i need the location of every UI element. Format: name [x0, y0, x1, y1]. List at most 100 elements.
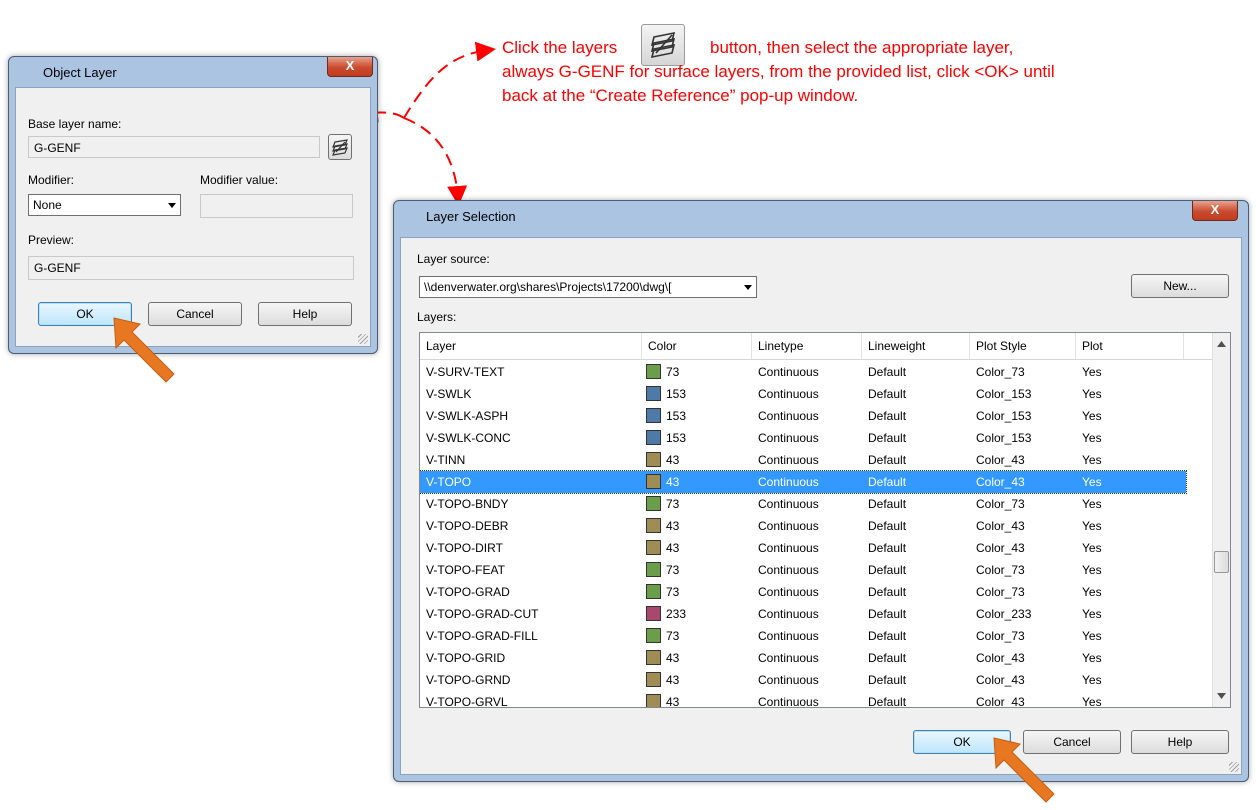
layers-list-scrollbar[interactable]: [1212, 333, 1230, 707]
cell-linetype: Continuous: [758, 387, 819, 401]
table-row[interactable]: V-TOPO-DEBR 43 Continuous Default Color_43 Ye…: [420, 515, 1186, 537]
cell-lineweight: Default: [868, 453, 907, 467]
color-swatch: [646, 628, 661, 643]
table-row[interactable]: V-SURV-TEXT 73 Continuous Default Color_73 Ye…: [420, 361, 1186, 383]
table-row[interactable]: V-TOPO-GRVL 43 Continuous Default Color_43 Ye…: [420, 691, 1186, 708]
cell-plot: Yes: [1082, 453, 1102, 467]
table-row[interactable]: V-TOPO-GRAD-CUT 233 Continuous Default Color…: [420, 603, 1186, 625]
modifier-value-field[interactable]: [200, 194, 353, 218]
cell-plot: Yes: [1082, 673, 1102, 687]
cell-lineweight: Default: [868, 585, 907, 599]
object-layer-help-button[interactable]: Help: [258, 302, 352, 326]
layer-selection-titlebar[interactable]: Layer Selection X: [394, 201, 1248, 231]
modifier-dropdown[interactable]: None: [28, 194, 181, 216]
cell-layer-name: V-TOPO-DEBR: [426, 519, 509, 533]
layer-source-label: Layer source:: [417, 252, 490, 266]
cell-layer-name: V-TOPO-GRVL: [426, 695, 508, 708]
layers-list[interactable]: Layer Color Linetype Lineweight Plot Sty…: [419, 332, 1231, 708]
layer-selection-close-button[interactable]: X: [1192, 201, 1238, 221]
new-button[interactable]: New...: [1131, 274, 1229, 298]
cell-plot-style: Color_233: [976, 607, 1032, 621]
column-header-plot[interactable]: Plot: [1076, 333, 1184, 359]
color-swatch: [646, 694, 661, 707]
column-header-layer[interactable]: Layer: [420, 333, 642, 359]
cell-lineweight: Default: [868, 409, 907, 423]
select-layer-button[interactable]: [328, 134, 352, 160]
table-row[interactable]: V-TOPO-GRND 43 Continuous Default Color_43 Ye…: [420, 669, 1186, 691]
scroll-up-icon[interactable]: [1217, 341, 1226, 347]
cell-linetype: Continuous: [758, 519, 819, 533]
color-swatch: [646, 672, 661, 687]
resize-grip[interactable]: [1229, 762, 1239, 772]
cell-layer-name: V-TOPO-BNDY: [426, 497, 509, 511]
column-header-linetype[interactable]: Linetype: [752, 333, 862, 359]
cell-lineweight: Default: [868, 673, 907, 687]
cell-linetype: Continuous: [758, 431, 819, 445]
modifier-value-label: Modifier value:: [200, 173, 279, 187]
cell-linetype: Continuous: [758, 475, 819, 489]
color-swatch: [646, 584, 661, 599]
object-layer-dialog: Object Layer X Base layer name: G-GENF M…: [8, 56, 378, 354]
cell-plot-style: Color_43: [976, 695, 1025, 708]
table-row[interactable]: V-TOPO-GRAD 73 Continuous Default Color_73 Ye…: [420, 581, 1186, 603]
layer-selection-dialog: Layer Selection X Layer source: \\denver…: [393, 200, 1249, 782]
cell-plot: Yes: [1082, 607, 1102, 621]
cell-linetype: Continuous: [758, 607, 819, 621]
cell-lineweight: Default: [868, 431, 907, 445]
cell-linetype: Continuous: [758, 695, 819, 708]
cell-plot-style: Color_153: [976, 387, 1032, 401]
resize-grip[interactable]: [358, 334, 368, 344]
color-swatch: [646, 364, 661, 379]
color-swatch: [646, 452, 661, 467]
cell-linetype: Continuous: [758, 497, 819, 511]
cell-color: 43: [666, 519, 680, 533]
cell-plot: Yes: [1082, 365, 1102, 379]
cell-plot-style: Color_73: [976, 563, 1025, 577]
object-layer-titlebar[interactable]: Object Layer X: [9, 57, 377, 87]
cell-layer-name: V-SWLK-CONC: [426, 431, 511, 445]
scrollbar-thumb[interactable]: [1214, 551, 1229, 573]
table-row[interactable]: V-TOPO-FEAT 73 Continuous Default Color_73 Ye…: [420, 559, 1186, 581]
table-row[interactable]: V-TINN 43 Continuous Default Color_43 Yes: [420, 449, 1186, 471]
layer-source-dropdown[interactable]: \\denverwater.org\shares\Projects\17200\…: [419, 276, 757, 298]
base-layer-field[interactable]: G-GENF: [28, 136, 320, 158]
cell-color: 43: [666, 475, 680, 489]
cell-linetype: Continuous: [758, 585, 819, 599]
object-layer-close-button[interactable]: X: [327, 57, 373, 77]
modifier-dropdown-value: None: [33, 198, 62, 212]
table-row[interactable]: V-SWLK-CONC 153 Continuous Default Color_153…: [420, 427, 1186, 449]
cell-lineweight: Default: [868, 387, 907, 401]
table-row[interactable]: V-SWLK 153 Continuous Default Color_153 Yes: [420, 383, 1186, 405]
table-row[interactable]: V-TOPO 43 Continuous Default Color_43 Yes: [420, 470, 1187, 494]
layers-list-header: Layer Color Linetype Lineweight Plot Sty…: [420, 333, 1230, 360]
cell-plot-style: Color_73: [976, 365, 1025, 379]
cell-layer-name: V-TOPO-GRAD: [426, 585, 510, 599]
column-header-color[interactable]: Color: [642, 333, 752, 359]
color-swatch: [646, 496, 661, 511]
cell-color: 43: [666, 453, 680, 467]
table-row[interactable]: V-SWLK-ASPH 153 Continuous Default Color_153…: [420, 405, 1186, 427]
cell-linetype: Continuous: [758, 409, 819, 423]
cell-color: 73: [666, 585, 680, 599]
modifier-label: Modifier:: [28, 173, 75, 187]
cell-plot-style: Color_43: [976, 453, 1025, 467]
table-row[interactable]: V-TOPO-GRID 43 Continuous Default Color_43 Ye…: [420, 647, 1186, 669]
cell-layer-name: V-TOPO-DIRT: [426, 541, 503, 555]
layer-selection-client: Layer source: \\denverwater.org\shares\P…: [400, 237, 1242, 775]
cell-linetype: Continuous: [758, 673, 819, 687]
column-header-lineweight[interactable]: Lineweight: [862, 333, 970, 359]
cell-plot-style: Color_73: [976, 629, 1025, 643]
cell-linetype: Continuous: [758, 365, 819, 379]
layers-icon: [332, 139, 348, 156]
scroll-down-icon[interactable]: [1217, 693, 1226, 699]
cell-lineweight: Default: [868, 563, 907, 577]
cell-plot: Yes: [1082, 629, 1102, 643]
table-row[interactable]: V-TOPO-DIRT 43 Continuous Default Color_43 Ye…: [420, 537, 1186, 559]
table-row[interactable]: V-TOPO-BNDY 73 Continuous Default Color_73 Ye…: [420, 493, 1186, 515]
column-header-plot-style[interactable]: Plot Style: [970, 333, 1076, 359]
cell-plot: Yes: [1082, 585, 1102, 599]
layer-selection-help-button[interactable]: Help: [1131, 730, 1229, 754]
table-row[interactable]: V-TOPO-GRAD-FILL 73 Continuous Default Color…: [420, 625, 1186, 647]
chevron-down-icon: [168, 203, 176, 208]
cell-linetype: Continuous: [758, 563, 819, 577]
